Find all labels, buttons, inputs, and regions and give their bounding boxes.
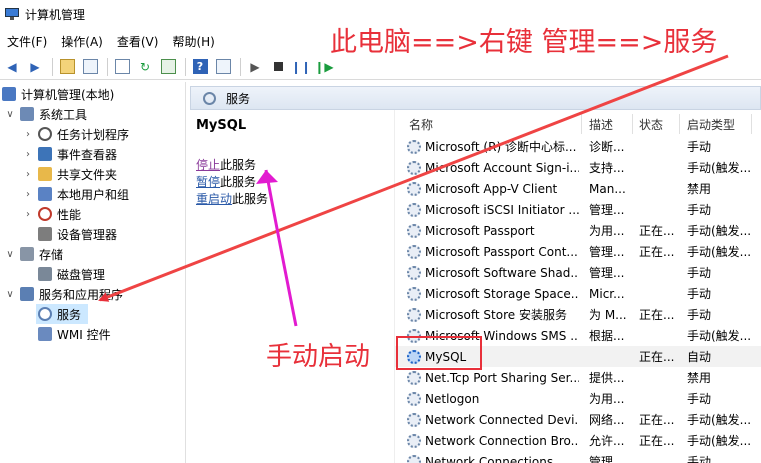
annotation-top: 此电脑==>右键 管理==>服务 [330,27,718,58]
arrowhead-purple [256,170,278,184]
watermark: php中文网 [696,444,755,458]
arrow-to-services [98,54,729,302]
arrow-to-stop-link [264,169,298,327]
annotation-arrows [98,54,729,327]
annotation-manual-start: 手动启动 [266,342,371,372]
mysql-highlight-box [396,336,482,370]
